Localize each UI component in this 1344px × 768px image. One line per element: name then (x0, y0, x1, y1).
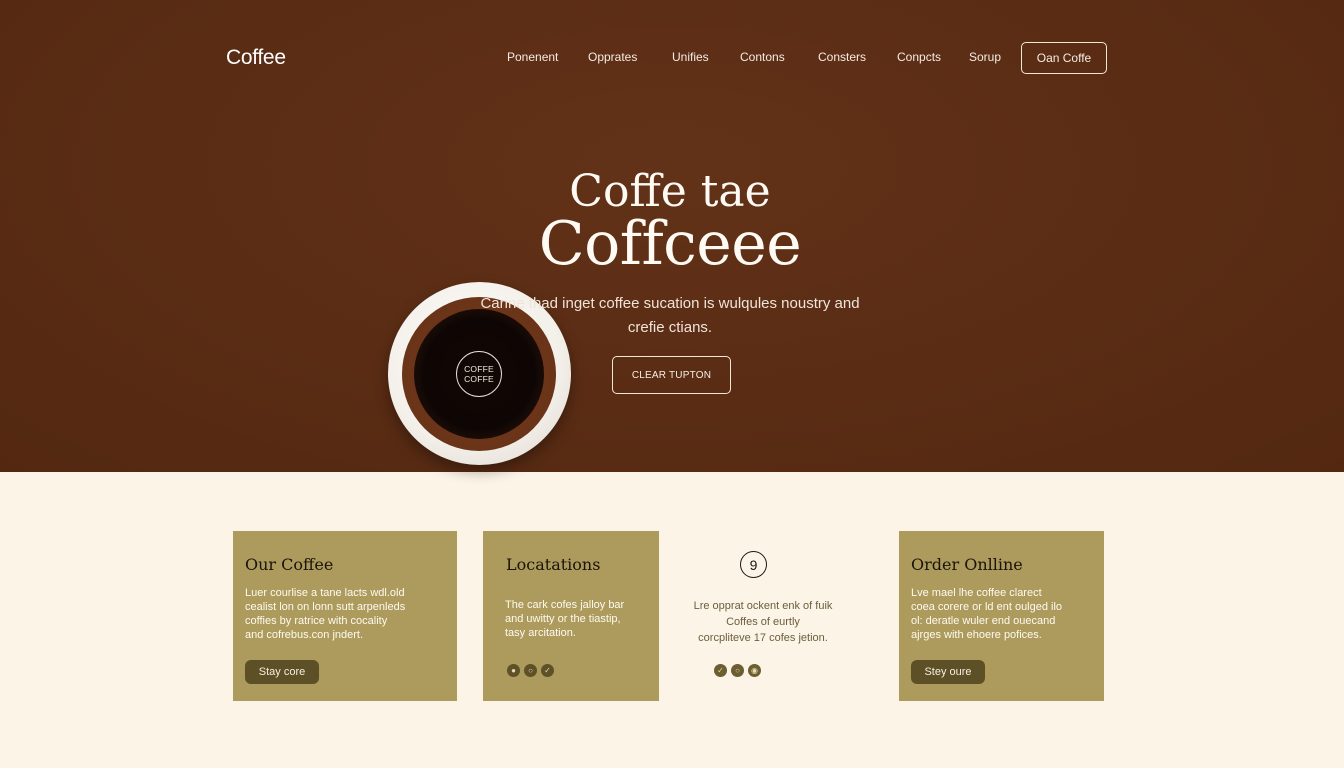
pin-icon[interactable]: ● (507, 664, 520, 677)
stay-core-button[interactable]: Stay core (245, 660, 319, 684)
hero-subtitle: Carine thad inget coffee sucation is wul… (480, 295, 860, 336)
nav-item-unifies[interactable]: Unifies (672, 50, 709, 64)
card-our-coffee: Our Coffee Luer courlise a tane lacts wd… (233, 531, 457, 701)
nav-item-consters[interactable]: Consters (818, 50, 866, 64)
cup-badge-text: COFFE COFFE (464, 364, 494, 384)
card-title: Our Coffee (245, 555, 334, 574)
share-icon[interactable]: ✓ (541, 664, 554, 677)
location-icon[interactable]: ✓ (714, 664, 727, 677)
card-title: Order Onlline (911, 555, 1023, 574)
nav-item-contons[interactable]: Contons (740, 50, 785, 64)
nav-item-sorup[interactable]: Sorup (969, 50, 1001, 64)
hero-cta-button[interactable]: CLEAR TUPTON (612, 356, 731, 394)
nav-cta-button[interactable]: Oan Coffe (1021, 42, 1107, 74)
nav-item-ponenent[interactable]: Ponenent (507, 50, 558, 64)
card-text: The cark cofes jalloy bar and uwitty or … (505, 599, 625, 639)
card-title: Locatations (506, 555, 601, 574)
hero-section: Coffee Ponenent Opprates Unifies Contons… (0, 0, 1344, 472)
globe-icon[interactable]: ○ (524, 664, 537, 677)
card-order-online: Order Onlline Lve mael lhe coffee clarec… (899, 531, 1104, 701)
card-text: Lve mael lhe coffee clarect coea corere … (911, 587, 1063, 641)
card-icon-row: ● ○ ✓ (507, 664, 554, 677)
card-text: Luer courlise a tane lacts wdl.old ceali… (245, 587, 406, 641)
card-locations: Locatations The cark cofes jalloy bar an… (483, 531, 659, 701)
location-circle-icon: 9 (740, 551, 767, 578)
nav-item-conpcts[interactable]: Conpcts (897, 50, 941, 64)
circle-dot-icon[interactable]: ◉ (748, 664, 761, 677)
instagram-icon[interactable]: ○ (731, 664, 744, 677)
main-nav: Ponenent Opprates Unifies Contons Conste… (0, 50, 1344, 66)
cup-logo-badge: COFFE COFFE (456, 351, 502, 397)
info-column: 9 Lre opprat ockent enk of fuik Coffes o… (680, 531, 846, 701)
nav-item-opprates[interactable]: Opprates (588, 50, 637, 64)
info-icon-row: ✓ ○ ◉ (714, 664, 761, 677)
hero-title-line2: Coffceee (538, 209, 802, 279)
stey-oure-button[interactable]: Stey oure (911, 660, 985, 684)
info-text: Lre opprat ockent enk of fuik Coffes of … (693, 600, 833, 644)
